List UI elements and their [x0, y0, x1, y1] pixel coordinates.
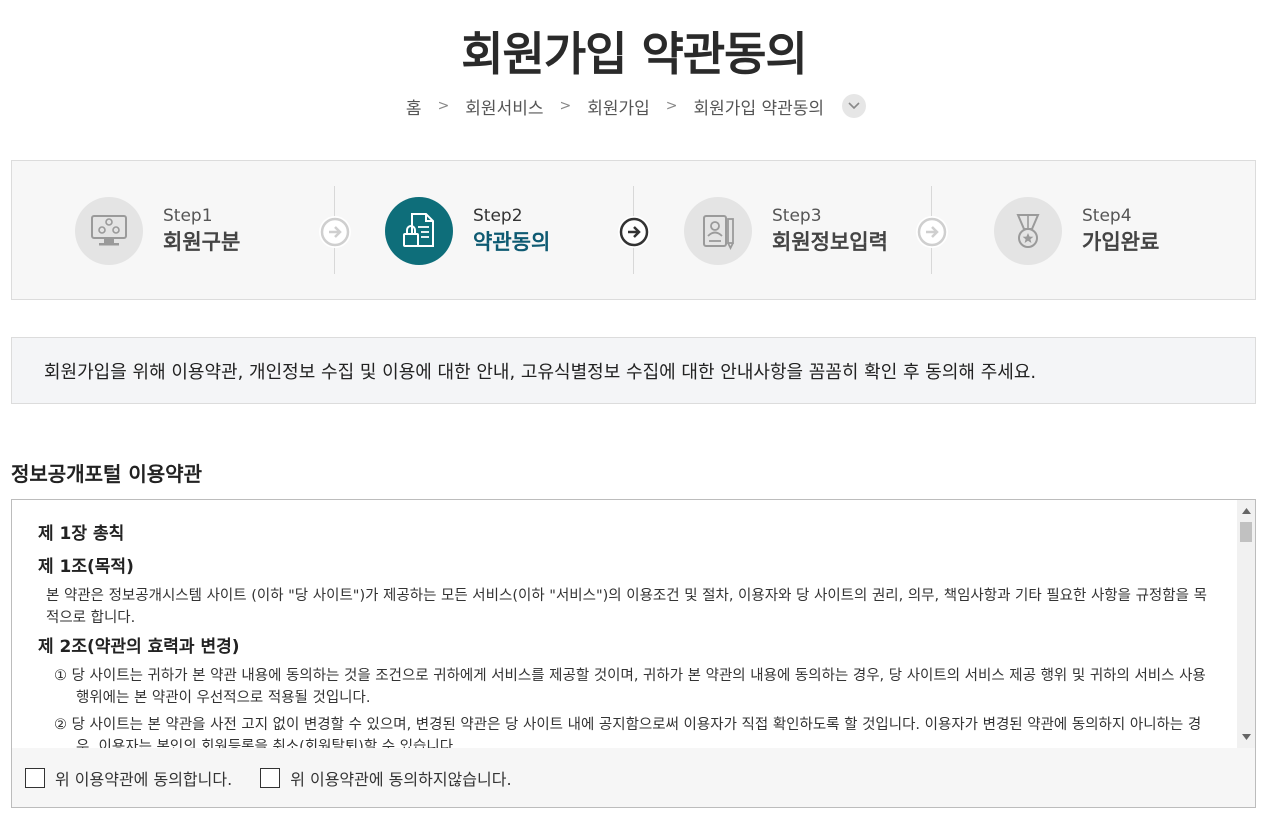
step-number: Step2 — [473, 206, 523, 226]
chevron-right-icon: > — [437, 98, 450, 114]
scroll-thumb[interactable] — [1240, 522, 1252, 542]
article-item: ① 당 사이트는 귀하가 본 약관 내용에 동의하는 것을 조건으로 귀하에게 … — [54, 668, 1206, 706]
breadcrumb-signup[interactable]: 회원가입 — [583, 94, 654, 119]
article-heading: 제 2조(약관의 효력과 변경) — [38, 637, 240, 657]
step-3: Step3 회원정보입력 — [684, 196, 888, 266]
scroll-up-icon[interactable] — [1237, 502, 1255, 520]
step-2: Step2 약관동의 — [385, 196, 550, 266]
computer-users-icon — [75, 197, 143, 265]
document-lock-icon — [385, 197, 453, 265]
breadcrumb-member-service[interactable]: 회원서비스 — [461, 94, 547, 119]
notice-text: 회원가입을 위해 이용약관, 개인정보 수집 및 이용에 대한 안내, 고유식별… — [44, 361, 1037, 383]
step-label: 회원정보입력 — [772, 230, 888, 254]
step-label: 회원구분 — [163, 230, 241, 254]
chevron-right-icon: > — [559, 98, 572, 114]
agree-checkbox[interactable] — [25, 767, 45, 788]
chevron-right-icon: > — [665, 98, 678, 114]
signup-steps: Step1 회원구분 Step2 약관동의 Step3 회원정보입력 Step4… — [11, 160, 1256, 300]
breadcrumb-dropdown-button[interactable] — [842, 94, 867, 118]
page-title: 회원가입 약관동의 — [461, 27, 808, 81]
disagree-label: 위 이용약관에 동의하지않습니다. — [290, 769, 512, 789]
terms-box: 제 1장 총칙 제 1조(목적) 본 약관은 정보공개시스템 사이트 (이하 "… — [11, 499, 1256, 808]
step-number: Step3 — [772, 206, 822, 226]
agree-options: 위 이용약관에 동의합니다. 위 이용약관에 동의하지않습니다. — [12, 748, 1255, 807]
article-text: 본 약관은 정보공개시스템 사이트 (이하 "당 사이트")가 제공하는 모든 … — [46, 588, 1207, 626]
article-item: ② 당 사이트는 본 약관을 사전 고지 없이 변경할 수 있으며, 변경된 약… — [54, 717, 1202, 748]
breadcrumb-home[interactable]: 홈 — [402, 94, 426, 119]
chapter-heading: 제 1장 총칙 — [38, 524, 125, 544]
arrow-right-icon — [916, 216, 948, 248]
agree-option[interactable]: 위 이용약관에 동의합니다. — [25, 766, 232, 790]
breadcrumb: 홈 > 회원서비스 > 회원가입 > 회원가입 약관동의 — [0, 92, 1268, 120]
disagree-option[interactable]: 위 이용약관에 동의하지않습니다. — [260, 766, 512, 790]
notice-box: 회원가입을 위해 이용약관, 개인정보 수집 및 이용에 대한 안내, 고유식별… — [11, 337, 1256, 404]
step-1: Step1 회원구분 — [75, 196, 240, 266]
step-4: Step4 가입완료 — [994, 196, 1159, 266]
terms-content[interactable]: 제 1장 총칙 제 1조(목적) 본 약관은 정보공개시스템 사이트 (이하 "… — [12, 500, 1238, 748]
scroll-down-icon[interactable] — [1237, 728, 1255, 746]
arrow-right-icon — [319, 216, 351, 248]
step-number: Step1 — [163, 206, 213, 226]
arrow-right-icon — [618, 216, 650, 248]
disagree-checkbox[interactable] — [260, 767, 281, 788]
step-number: Step4 — [1082, 206, 1132, 226]
agree-label: 위 이용약관에 동의합니다. — [55, 769, 233, 789]
step-label: 약관동의 — [473, 230, 551, 254]
article-heading: 제 1조(목적) — [38, 557, 134, 577]
step-label: 가입완료 — [1082, 230, 1160, 254]
profile-card-pen-icon — [684, 197, 752, 265]
medal-icon — [994, 197, 1062, 265]
chevron-down-icon — [848, 102, 860, 110]
terms-section-title: 정보공개포털 이용약관 — [11, 462, 202, 486]
terms-scrollbar[interactable] — [1237, 500, 1255, 748]
breadcrumb-current[interactable]: 회원가입 약관동의 — [690, 94, 829, 119]
